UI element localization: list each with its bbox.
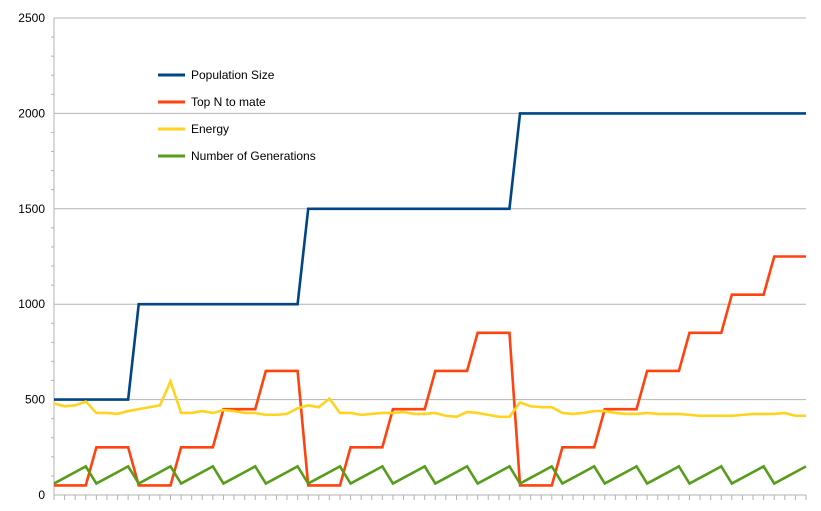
y-tick-label: 0 <box>38 488 45 502</box>
legend-label: Energy <box>191 122 229 136</box>
y-tick-label: 500 <box>25 393 45 407</box>
legend-label: Top N to mate <box>191 95 266 109</box>
series-lines <box>53 112 807 487</box>
axes <box>51 18 55 495</box>
y-tick-labels: 0 500 1000 1500 2000 2500 <box>18 11 45 502</box>
x-tick-marks <box>53 495 807 500</box>
legend: Population Size Top N to mate Energy Number… <box>158 68 316 163</box>
legend-label: Number of Generations <box>191 149 316 163</box>
y-tick-label: 1000 <box>18 297 45 311</box>
y-tick-label: 2000 <box>18 106 45 120</box>
series-line-top-n-to-mate <box>54 255 806 487</box>
legend-label: Population Size <box>191 68 275 82</box>
y-tick-label: 1500 <box>18 202 45 216</box>
y-tick-label: 2500 <box>18 11 45 25</box>
gridlines <box>54 17 806 496</box>
series-line-number-of-generations <box>53 464 807 486</box>
line-chart: 0 500 1000 1500 2000 2500 Population Size Top … <box>18 11 807 502</box>
